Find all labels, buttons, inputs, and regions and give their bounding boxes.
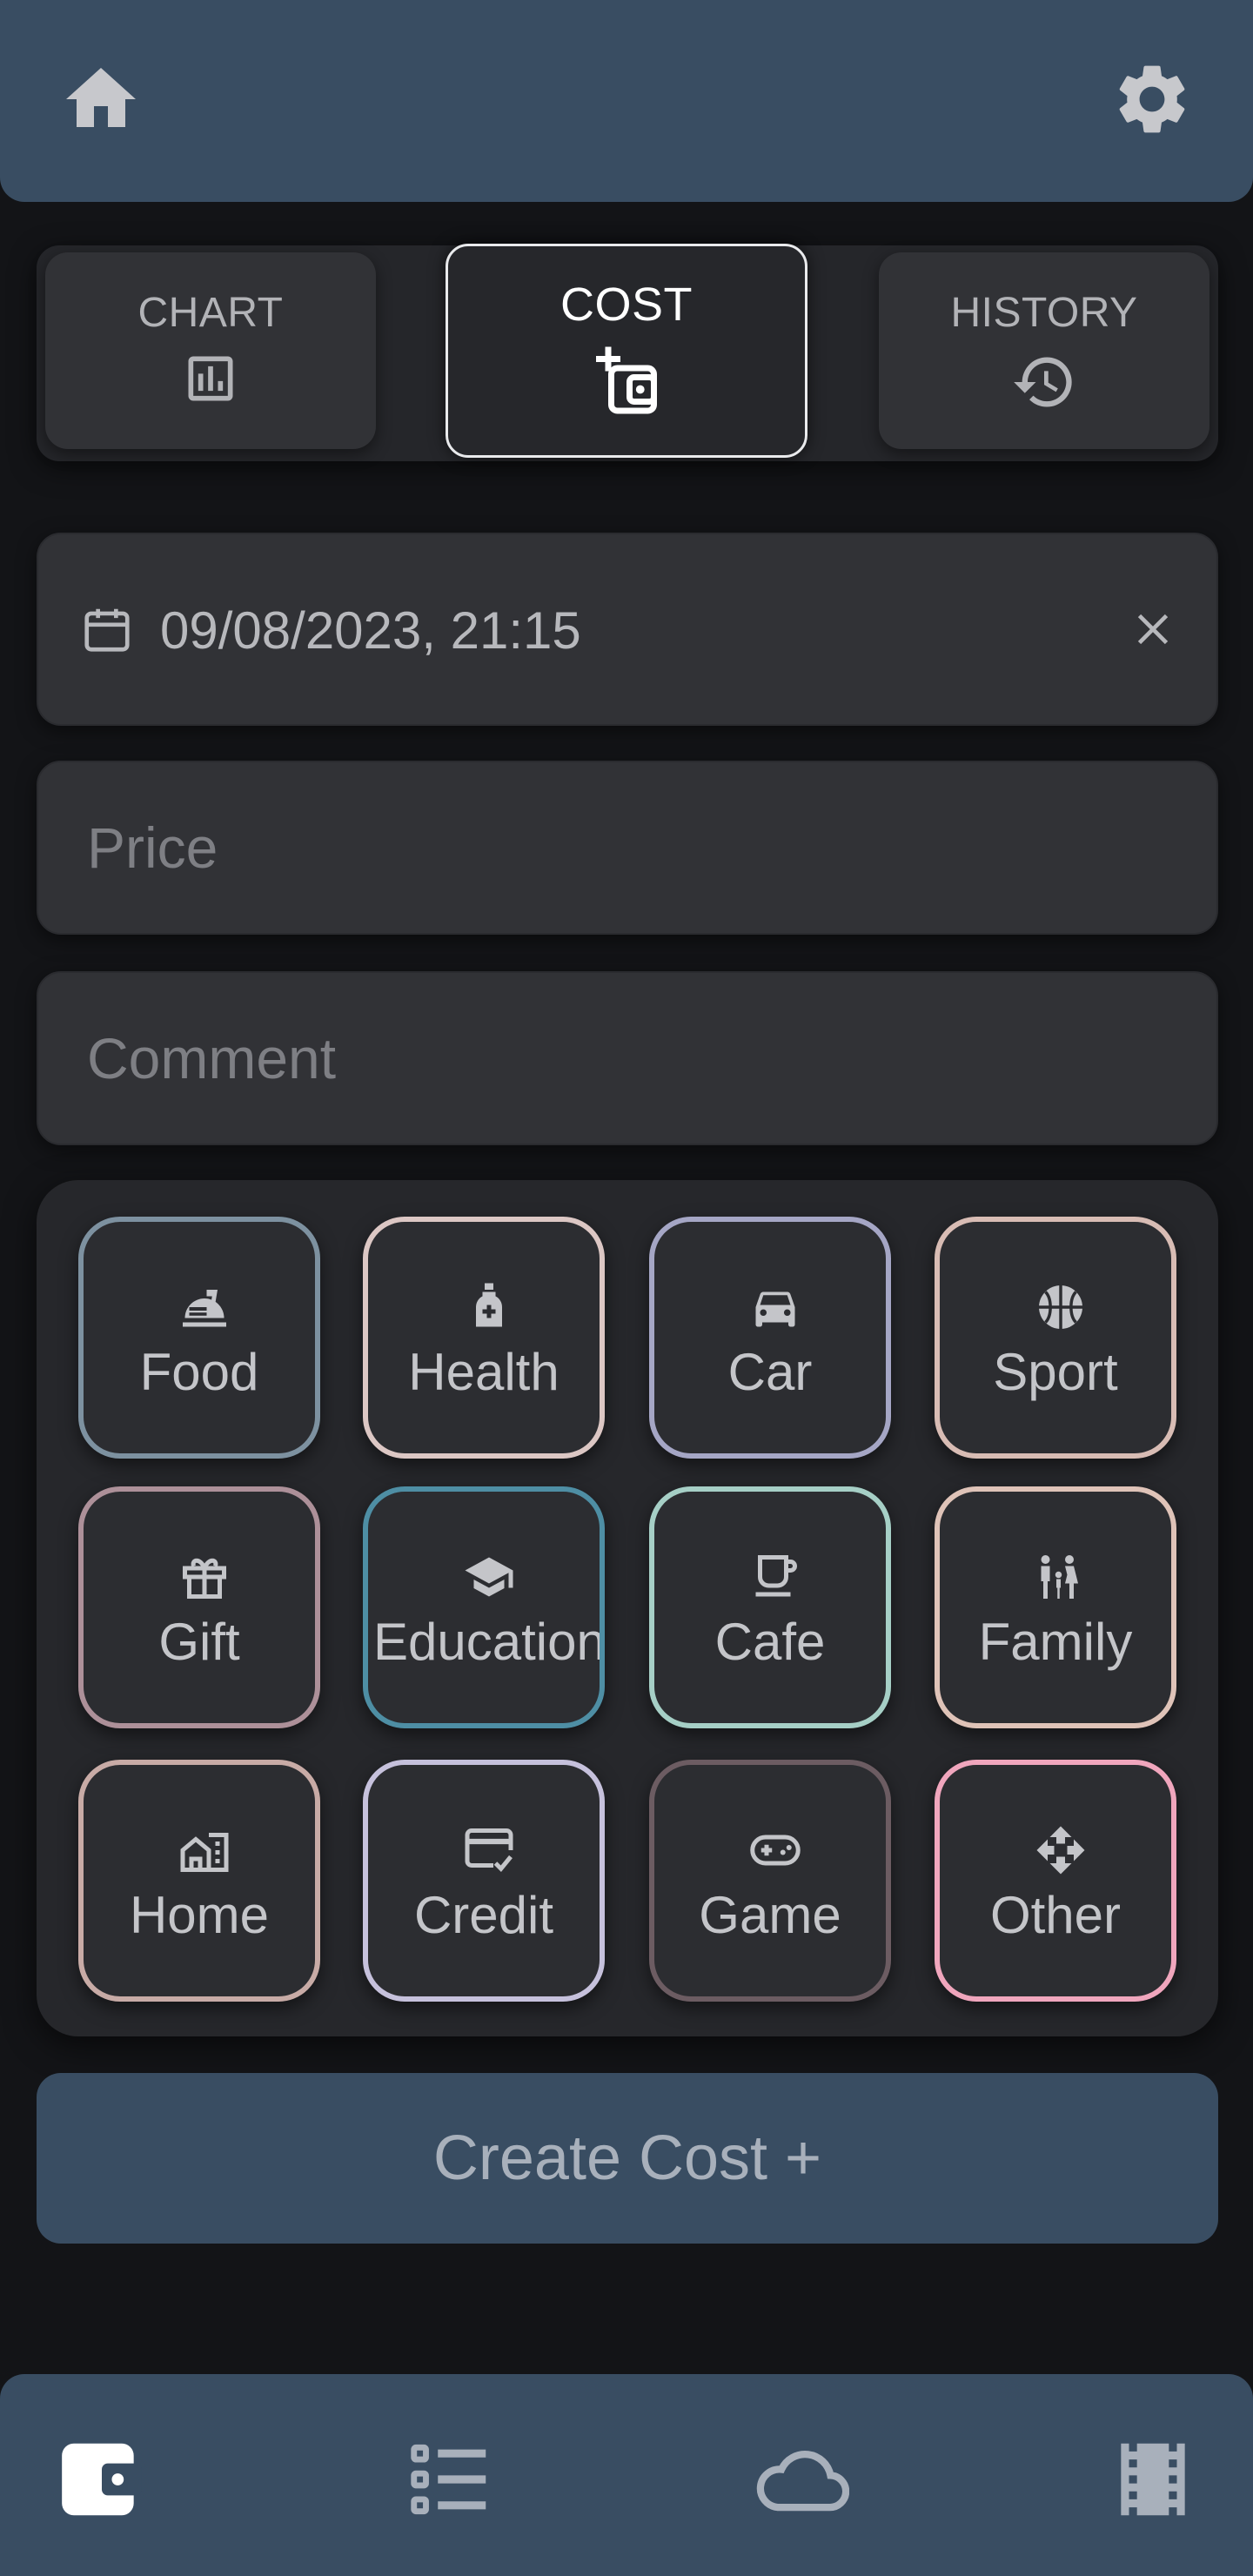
family-icon <box>1041 1555 1078 1599</box>
category-label: Education <box>373 1613 605 1671</box>
category-grid: Food Health Car Sport Gift Education Caf… <box>37 1180 1218 2036</box>
tab-history-label: HISTORY <box>950 290 1138 336</box>
category-gift[interactable]: Gift <box>78 1486 320 1728</box>
comment-input[interactable] <box>87 973 1166 1144</box>
category-car[interactable]: Car <box>649 1217 891 1459</box>
medicine-bottle-icon <box>476 1283 502 1327</box>
tab-chart-label: CHART <box>137 290 284 336</box>
category-label: Game <box>699 1886 841 1944</box>
mode-tabs: CHART COST HISTORY <box>37 244 1218 461</box>
basketball-icon <box>1039 1285 1082 1329</box>
tab-history[interactable]: HISTORY <box>879 252 1209 449</box>
category-label: Gift <box>158 1613 240 1671</box>
comment-field-container <box>37 971 1218 1145</box>
tab-cost-label: COST <box>559 278 693 331</box>
date-field[interactable]: 09/08/2023, 21:15 <box>37 533 1218 726</box>
category-label: Family <box>978 1613 1133 1671</box>
graduation-cap-icon <box>465 1557 513 1597</box>
category-label: Cafe <box>714 1613 826 1671</box>
category-game[interactable]: Game <box>649 1760 891 2002</box>
category-label: Credit <box>413 1886 554 1944</box>
category-home[interactable]: Home <box>78 1760 320 2002</box>
close-icon[interactable] <box>1126 602 1180 661</box>
date-value: 09/08/2023, 21:15 <box>160 601 581 660</box>
category-credit[interactable]: Credit <box>363 1760 605 2002</box>
car-icon <box>755 1291 795 1327</box>
category-label: Food <box>139 1343 259 1401</box>
add-wallet-icon <box>596 346 657 414</box>
category-family[interactable]: Family <box>935 1486 1176 1728</box>
gift-icon <box>183 1558 226 1599</box>
tab-cost[interactable]: COST <box>446 244 807 458</box>
film-icon[interactable] <box>1105 2432 1201 2527</box>
category-label: Home <box>129 1886 270 1944</box>
category-label: Car <box>727 1343 813 1401</box>
gamepad-icon <box>750 1835 801 1866</box>
gear-icon[interactable] <box>1110 57 1194 141</box>
coffee-cup-icon <box>755 1555 797 1597</box>
tab-chart[interactable]: CHART <box>45 252 376 449</box>
history-icon <box>1014 357 1072 407</box>
move-arrows-icon <box>1036 1826 1085 1875</box>
app-screen: CHART COST HISTORY 09/08/2023, 21:15 Pri… <box>0 0 1253 2576</box>
top-app-bar <box>0 0 1253 202</box>
wallet-icon[interactable] <box>54 2432 150 2527</box>
category-label: Sport <box>993 1343 1118 1401</box>
bottom-navigation <box>0 2374 1253 2576</box>
price-input[interactable] <box>87 762 1166 933</box>
category-label: Other <box>989 1886 1122 1944</box>
category-sport[interactable]: Sport <box>935 1217 1176 1459</box>
food-tray-icon <box>183 1290 226 1327</box>
cloud-icon[interactable] <box>754 2432 850 2527</box>
category-health[interactable]: Health <box>363 1217 605 1459</box>
create-cost-button[interactable]: Create Cost + <box>37 2073 1218 2244</box>
credit-card-icon <box>465 1828 513 1872</box>
house-icon <box>180 1833 229 1872</box>
home-icon[interactable] <box>59 57 143 141</box>
category-food[interactable]: Food <box>78 1217 320 1459</box>
category-education[interactable]: Education <box>363 1486 605 1728</box>
bar-chart-icon <box>188 356 233 401</box>
category-cafe[interactable]: Cafe <box>649 1486 891 1728</box>
category-label: Health <box>408 1343 559 1401</box>
category-other[interactable]: Other <box>935 1760 1176 2002</box>
calendar-icon <box>80 602 134 661</box>
price-field-container <box>37 761 1218 935</box>
list-icon[interactable] <box>402 2432 498 2527</box>
